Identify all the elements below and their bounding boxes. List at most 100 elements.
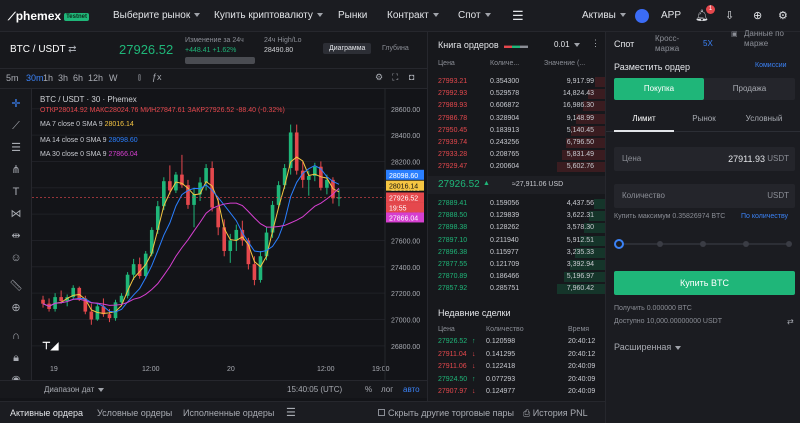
menu-icon[interactable]: ☰ bbox=[512, 0, 524, 32]
bid-row[interactable]: 27896.38 0.115977 3,235.33 bbox=[428, 247, 606, 259]
gear-icon[interactable]: ⚙ bbox=[778, 0, 788, 32]
ask-row[interactable]: 27950.45 0.183913 5,140.45 bbox=[428, 125, 606, 137]
y-tick-label: 28600.00 bbox=[391, 107, 420, 114]
chevron-down-icon bbox=[675, 345, 682, 350]
nav-app[interactable]: APP bbox=[661, 0, 681, 32]
ask-row[interactable]: 27992.93 0.529578 14,824.43 bbox=[428, 88, 606, 100]
more-icon[interactable]: ⋮ bbox=[591, 38, 600, 49]
depth-button[interactable]: Глубина bbox=[378, 43, 413, 54]
interval-6h[interactable]: 6h bbox=[73, 73, 83, 83]
change-label: Изменение за 24ч bbox=[185, 37, 244, 44]
by-quantity-link[interactable]: По количеству bbox=[741, 213, 788, 220]
interval-W[interactable]: W bbox=[109, 73, 118, 83]
globe-icon[interactable]: ⊕ bbox=[753, 0, 762, 32]
camera-icon[interactable]: ◘ bbox=[409, 72, 414, 82]
slider-step[interactable] bbox=[700, 241, 706, 247]
pattern-icon[interactable]: ⋈ bbox=[9, 207, 23, 221]
slider-handle[interactable] bbox=[614, 239, 624, 249]
ask-row[interactable]: 27993.21 0.354300 9,917.99 bbox=[428, 76, 606, 88]
ask-row[interactable]: 27989.93 0.606872 16,986.30 bbox=[428, 100, 606, 112]
pnl-history-link[interactable]: ⎙ История PNL bbox=[523, 408, 588, 419]
date-range-button[interactable]: Диапазон дат bbox=[44, 385, 105, 394]
avatar-icon[interactable] bbox=[635, 9, 649, 23]
auto-toggle[interactable]: авто bbox=[403, 385, 420, 394]
fork-icon[interactable]: ⋔ bbox=[9, 163, 23, 177]
interval-30m[interactable]: 30m bbox=[26, 73, 44, 83]
list-icon[interactable]: ☰ bbox=[286, 406, 296, 419]
interval-3h[interactable]: 3h bbox=[58, 73, 68, 83]
tab-market[interactable]: Рынок bbox=[678, 108, 730, 132]
ask-row[interactable]: 27986.78 0.328904 9,148.99 bbox=[428, 113, 606, 125]
bid-row[interactable]: 27889.41 0.159056 4,437.56 bbox=[428, 198, 606, 210]
chart-type-icon[interactable]: ⫾ bbox=[138, 72, 141, 83]
bid-row[interactable]: 27888.50 0.129839 3,622.31 bbox=[428, 210, 606, 222]
zoom-icon[interactable]: ⊕ bbox=[9, 301, 23, 315]
interval-1h[interactable]: 1h bbox=[43, 73, 53, 83]
nav-select-market[interactable]: Выберите рынок bbox=[113, 0, 201, 32]
nav-assets[interactable]: Активы bbox=[582, 0, 626, 32]
bid-row[interactable]: 27897.10 0.211940 5,912.51 bbox=[428, 235, 606, 247]
horizontal-lines-icon[interactable]: ☰ bbox=[9, 141, 23, 155]
scroll-indicator[interactable] bbox=[185, 57, 255, 64]
logo[interactable]: ⟋phemex Testnet bbox=[8, 9, 89, 24]
bid-row[interactable]: 27877.55 0.121709 3,392.94 bbox=[428, 259, 606, 271]
interval-12h[interactable]: 12h bbox=[88, 73, 103, 83]
tab-margin-data[interactable]: Данные по марже bbox=[744, 29, 796, 49]
tab-spot[interactable]: Спот bbox=[614, 39, 634, 49]
text-icon[interactable]: T bbox=[9, 185, 23, 199]
emoji-icon[interactable]: ☺ bbox=[9, 251, 23, 265]
settings-icon[interactable]: ⚙ bbox=[375, 72, 383, 83]
slider-step[interactable] bbox=[743, 241, 749, 247]
bid-row[interactable]: 27857.92 0.285751 7,960.42 bbox=[428, 283, 606, 295]
quantity-input[interactable]: Количество USDT bbox=[614, 184, 795, 208]
indicators-icon[interactable]: ƒx bbox=[152, 72, 162, 82]
ask-row[interactable]: 27933.28 0.208765 5,831.49 bbox=[428, 149, 606, 161]
tab-active-orders[interactable]: Активные ордера bbox=[10, 408, 83, 418]
ask-row[interactable]: 27939.74 0.243256 6,796.50 bbox=[428, 137, 606, 149]
checkbox[interactable] bbox=[378, 409, 385, 416]
fullscreen-icon[interactable]: ⛶ bbox=[392, 72, 398, 83]
tab-filled-orders[interactable]: Исполненные ордеры bbox=[183, 408, 274, 418]
orderbook-view-icons[interactable]: ▬▬▬ bbox=[504, 41, 528, 50]
margin-data-icon[interactable]: ▣ bbox=[731, 30, 738, 39]
bid-row[interactable]: 27898.38 0.128262 3,578.30 bbox=[428, 222, 606, 234]
diagram-button[interactable]: Диаграмма bbox=[323, 43, 372, 54]
advanced-toggle[interactable]: Расширенная bbox=[614, 342, 682, 352]
interval-5m[interactable]: 5m bbox=[6, 73, 19, 83]
price-input[interactable]: Цена 27911.93 USDT bbox=[614, 147, 795, 171]
ruler-icon[interactable]: 📏︎ bbox=[9, 279, 23, 293]
download-icon[interactable]: ⇩ bbox=[725, 0, 734, 32]
nav-buy-crypto[interactable]: Купить криптовалюту bbox=[214, 0, 323, 32]
magnet-icon[interactable]: ∩ bbox=[9, 329, 23, 343]
ask-row[interactable]: 27929.47 0.200604 5,602.76 bbox=[428, 161, 606, 173]
transfer-icon[interactable]: ⇄ bbox=[787, 317, 794, 326]
pair-selector[interactable]: BTC / USDT ⇄ bbox=[10, 44, 77, 55]
leverage-5x[interactable]: 5X bbox=[703, 39, 713, 48]
bid-row[interactable]: 27870.89 0.186466 5,196.97 bbox=[428, 271, 606, 283]
chart-svg[interactable]: 28600.0028400.0028200.0028000.0027800.00… bbox=[32, 89, 427, 380]
percent-toggle[interactable]: % bbox=[365, 385, 372, 394]
nav-markets[interactable]: Рынки bbox=[338, 0, 367, 32]
slider-step[interactable] bbox=[786, 241, 792, 247]
lock-icon[interactable]: 🔒︎ bbox=[9, 351, 23, 365]
crosshair-icon[interactable]: ✛ bbox=[9, 97, 23, 111]
tab-conditional-orders[interactable]: Условные ордеры bbox=[97, 408, 172, 418]
tab-limit[interactable]: Лимит bbox=[614, 108, 674, 132]
trendline-icon[interactable]: ⟋ bbox=[9, 119, 23, 133]
bell-icon[interactable]: 🔔︎ bbox=[695, 0, 709, 32]
hide-other-pairs[interactable]: Скрыть другие торговые пары bbox=[378, 408, 514, 418]
measure-icon[interactable]: ⇹ bbox=[9, 229, 23, 243]
buy-btc-button[interactable]: Купить BTC bbox=[614, 271, 795, 295]
tab-conditional[interactable]: Условный bbox=[734, 108, 794, 132]
precision-select[interactable]: 0.01 bbox=[554, 40, 580, 49]
log-toggle[interactable]: лог bbox=[381, 385, 393, 394]
price-chart[interactable]: 28600.0028400.0028200.0028000.0027800.00… bbox=[32, 89, 427, 397]
nav-contract[interactable]: Контракт bbox=[387, 0, 439, 32]
slider-step[interactable] bbox=[657, 241, 663, 247]
amount-slider[interactable] bbox=[614, 234, 795, 254]
buy-tab[interactable]: Покупка bbox=[614, 78, 704, 100]
tab-cross-margin[interactable]: Кросс-маржа bbox=[655, 34, 695, 54]
nav-spot[interactable]: Спот bbox=[458, 0, 491, 32]
sell-tab[interactable]: Продажа bbox=[704, 78, 795, 100]
fees-link[interactable]: Комиссии bbox=[755, 62, 787, 69]
